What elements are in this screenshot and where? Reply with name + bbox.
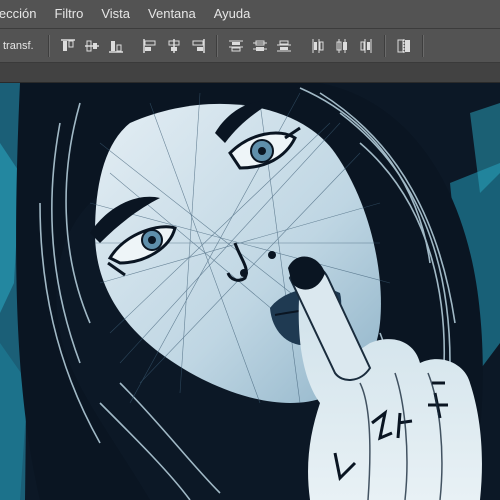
menu-filtro[interactable]: Filtro: [45, 0, 92, 28]
distribute-bottom-icon: [276, 40, 291, 51]
align-left-edges-button[interactable]: [139, 35, 161, 57]
align-horizontal-centers-icon: [168, 38, 180, 53]
menu-seleccion[interactable]: lección: [0, 0, 45, 28]
document-canvas[interactable]: [0, 83, 500, 500]
artwork-illustration: [0, 83, 500, 500]
align-top-edges-icon: [60, 38, 75, 51]
align-top-edges-button[interactable]: [57, 35, 79, 57]
auto-align-layers-button[interactable]: [393, 35, 415, 57]
align-bottom-edges-button[interactable]: [105, 35, 127, 57]
distribute-hcenter-button[interactable]: [331, 35, 353, 57]
distribute-top-icon: [228, 40, 243, 51]
separator: [383, 34, 386, 57]
distribute-top-button[interactable]: [225, 35, 247, 57]
align-vertical-centers-button[interactable]: [81, 35, 103, 57]
separator: [421, 34, 424, 57]
distribute-left-button[interactable]: [307, 35, 329, 57]
menu-bar: lección Filtro Vista Ventana Ayuda: [0, 0, 500, 29]
align-right-edges-icon: [192, 38, 205, 53]
document-tab-strip: [0, 63, 500, 83]
show-transform-label[interactable]: transf.: [3, 40, 34, 52]
menu-vista[interactable]: Vista: [92, 0, 139, 28]
distribute-vcenter-icon: [252, 40, 267, 51]
distribute-right-icon: [360, 38, 372, 53]
separator: [215, 34, 218, 57]
align-bottom-edges-icon: [108, 40, 123, 53]
distribute-vcenter-button[interactable]: [249, 35, 271, 57]
distribute-left-icon: [312, 38, 324, 53]
align-right-edges-button[interactable]: [187, 35, 209, 57]
distribute-bottom-button[interactable]: [273, 35, 295, 57]
align-left-edges-icon: [142, 38, 156, 53]
options-bar: transf.: [0, 29, 500, 63]
distribute-right-button[interactable]: [355, 35, 377, 57]
separator: [47, 34, 50, 57]
distribute-hcenter-icon: [336, 38, 347, 53]
menu-ventana[interactable]: Ventana: [139, 0, 205, 28]
auto-align-layers-icon: [397, 38, 410, 53]
align-horizontal-centers-button[interactable]: [163, 35, 185, 57]
align-vertical-centers-icon: [84, 40, 99, 51]
menu-ayuda[interactable]: Ayuda: [205, 0, 260, 28]
